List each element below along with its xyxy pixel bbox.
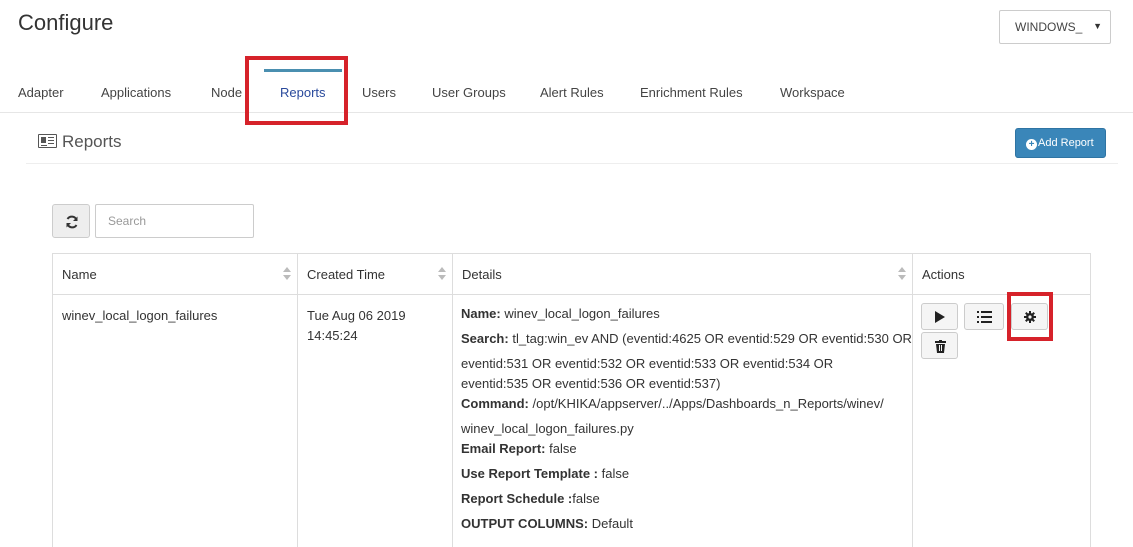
tab-bar: Adapter Applications Node Reports Users … bbox=[0, 66, 1133, 113]
column-header-name[interactable]: Name bbox=[53, 254, 298, 295]
cell-name: winev_local_logon_failures bbox=[53, 295, 298, 547]
detail-search-cont-2: eventid:535 OR eventid:536 OR eventid:53… bbox=[461, 376, 721, 391]
column-header-actions: Actions bbox=[913, 254, 1091, 295]
settings-button-highlight bbox=[1007, 292, 1053, 341]
detail-email: Email Report: false bbox=[461, 441, 577, 456]
detail-template: Use Report Template : false bbox=[461, 466, 630, 481]
detail-schedule: Report Schedule :false bbox=[461, 491, 600, 506]
column-header-actions-label: Actions bbox=[922, 267, 965, 282]
column-header-details[interactable]: Details bbox=[453, 254, 913, 295]
trash-icon bbox=[935, 340, 946, 353]
detail-command: Command: /opt/KHIKA/appserver/../Apps/Da… bbox=[461, 396, 884, 411]
tab-user-groups[interactable]: User Groups bbox=[432, 85, 506, 100]
reports-tab-highlight bbox=[245, 56, 348, 125]
detail-name: Name: winev_local_logon_failures bbox=[461, 306, 660, 321]
reports-table: Name Created Time Details Actions winev_… bbox=[52, 253, 1091, 547]
tab-users[interactable]: Users bbox=[362, 85, 396, 100]
page-title: Configure bbox=[18, 10, 114, 35]
refresh-button[interactable] bbox=[52, 204, 90, 238]
detail-output: OUTPUT COLUMNS: Default bbox=[461, 516, 633, 531]
tab-enrichment-rules[interactable]: Enrichment Rules bbox=[640, 85, 743, 100]
search-input[interactable] bbox=[95, 204, 254, 238]
column-header-created-time[interactable]: Created Time bbox=[298, 254, 453, 295]
newspaper-icon bbox=[38, 134, 57, 148]
tab-workspace[interactable]: Workspace bbox=[780, 85, 845, 100]
workspace-selector[interactable]: WINDOWS_ ▼ bbox=[999, 10, 1111, 44]
workspace-selector-value: WINDOWS_ bbox=[1015, 20, 1083, 34]
tab-alert-rules[interactable]: Alert Rules bbox=[540, 85, 604, 100]
list-icon bbox=[977, 311, 992, 323]
report-name: winev_local_logon_failures bbox=[62, 308, 218, 323]
detail-search-cont-1: eventid:531 OR eventid:532 OR eventid:53… bbox=[461, 356, 834, 371]
tab-applications[interactable]: Applications bbox=[101, 85, 171, 100]
column-header-name-label: Name bbox=[62, 267, 97, 282]
caret-down-icon: ▼ bbox=[1093, 21, 1102, 31]
sort-icon bbox=[283, 266, 291, 282]
sort-icon bbox=[898, 266, 906, 282]
column-header-details-label: Details bbox=[462, 267, 502, 282]
created-time: 14:45:24 bbox=[307, 328, 358, 343]
add-report-button[interactable]: + Add Report bbox=[1015, 128, 1106, 158]
tab-adapter[interactable]: Adapter bbox=[18, 85, 64, 100]
add-report-label: Add Report bbox=[1038, 137, 1094, 149]
refresh-icon bbox=[66, 215, 78, 229]
cell-created-time: Tue Aug 06 2019 14:45:24 bbox=[298, 295, 453, 547]
column-header-created-time-label: Created Time bbox=[307, 267, 386, 282]
detail-search: Search: tl_tag:win_ev AND (eventid:4625 … bbox=[461, 331, 912, 346]
view-list-button[interactable] bbox=[964, 303, 1004, 330]
run-report-button[interactable] bbox=[921, 303, 958, 330]
detail-command-cont: winev_local_logon_failures.py bbox=[461, 421, 634, 436]
plus-circle-icon: + bbox=[1026, 139, 1037, 150]
play-icon bbox=[935, 311, 945, 323]
section-title: Reports bbox=[62, 132, 122, 151]
sort-icon bbox=[438, 266, 446, 282]
section-header: Reports bbox=[26, 122, 1118, 164]
created-date: Tue Aug 06 2019 bbox=[307, 308, 406, 323]
tab-node[interactable]: Node bbox=[211, 85, 242, 100]
delete-report-button[interactable] bbox=[921, 332, 958, 359]
